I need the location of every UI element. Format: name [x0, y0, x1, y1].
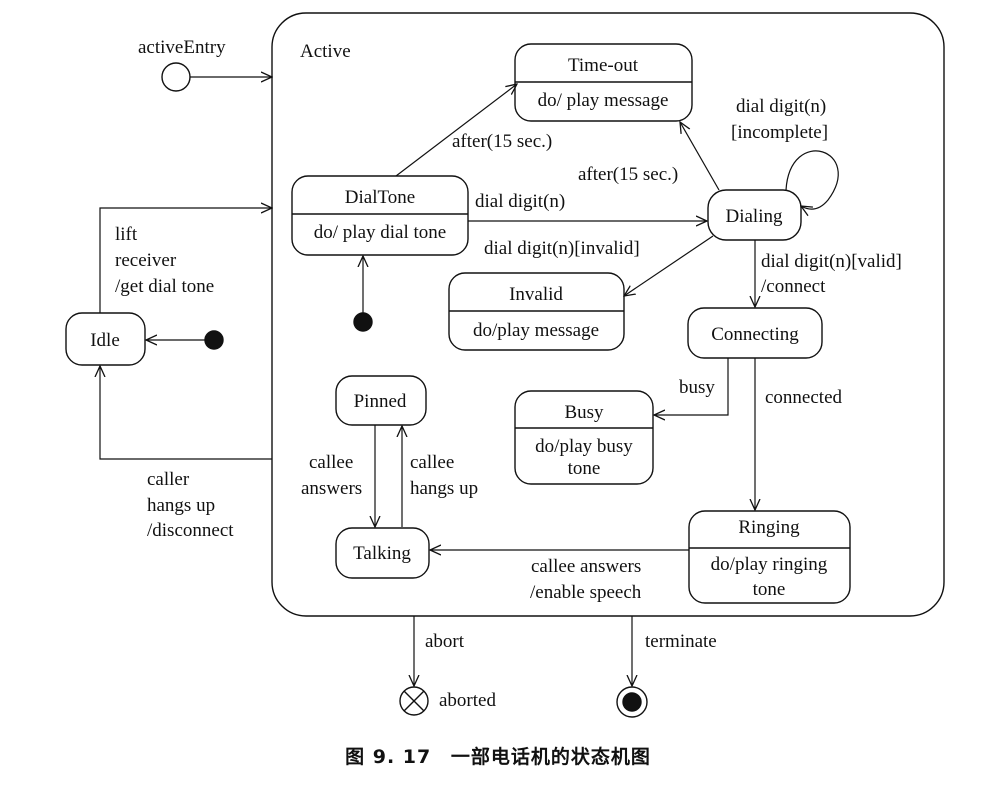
label-dialing-invalid: dial digit(n)[invalid] [484, 238, 640, 259]
connecting-name: Connecting [711, 324, 799, 345]
label-active-idle-1: caller [147, 469, 190, 490]
ringing-activity-line2: tone [753, 579, 786, 600]
label-dialing-timeout: after(15 sec.) [578, 164, 678, 185]
figure-number: 图 9. 17 [345, 746, 432, 768]
label-pinned-talking-2: answers [301, 478, 362, 499]
state-machine-diagram: Active activeEntry Time-out do/ play mes… [65, 12, 945, 718]
time-out-activity: do/ play message [538, 90, 669, 111]
talking-name: Talking [353, 543, 411, 564]
transition-active-idle [100, 366, 272, 460]
label-dialing-connecting-1: dial digit(n)[valid] [761, 251, 902, 272]
busy-activity-line1: do/play busy [535, 436, 633, 457]
exit-point-aborted [399, 686, 429, 716]
time-out-name: Time-out [568, 55, 639, 76]
label-active-idle-2: hangs up [147, 495, 215, 516]
pinned-name: Pinned [354, 391, 407, 412]
label-connecting-ringing: connected [765, 387, 843, 408]
label-dialing-self-2: [incomplete] [731, 122, 828, 143]
label-idle-active-3: /get dial tone [115, 276, 214, 297]
label-terminate: terminate [645, 631, 717, 652]
aborted-label: aborted [439, 690, 496, 711]
ringing-name: Ringing [738, 517, 800, 538]
label-talking-pinned-1: callee [410, 452, 454, 473]
label-pinned-talking-1: callee [309, 452, 353, 473]
final-state [616, 686, 648, 718]
dial-tone-name: DialTone [345, 187, 415, 208]
label-active-idle-3: /disconnect [147, 520, 234, 541]
label-dialtone-timeout: after(15 sec.) [452, 131, 552, 152]
label-abort: abort [425, 631, 465, 652]
figure-caption: 图 9. 17 一部电话机的状态机图 [0, 742, 996, 769]
busy-name: Busy [564, 402, 604, 423]
active-entry-label: activeEntry [138, 37, 226, 58]
dial-tone-activity: do/ play dial tone [314, 222, 446, 243]
label-dialing-connecting-2: /connect [761, 276, 826, 297]
idle-name: Idle [90, 330, 120, 351]
label-ringing-talking-2: /enable speech [530, 582, 642, 603]
transition-dialing-self [785, 150, 839, 209]
initial-state-idle [204, 330, 224, 350]
label-dialtone-dialing: dial digit(n) [475, 191, 565, 212]
label-talking-pinned-2: hangs up [410, 478, 478, 499]
label-ringing-talking-1: callee answers [531, 556, 641, 577]
transition-dialtone-timeout [395, 84, 517, 177]
label-idle-active-1: lift [115, 224, 138, 245]
figure-title: 一部电话机的状态机图 [450, 746, 651, 768]
invalid-name: Invalid [509, 284, 563, 305]
label-connecting-busy: busy [679, 377, 715, 398]
label-idle-active-2: receiver [115, 250, 177, 271]
busy-activity-line2: tone [568, 458, 601, 479]
initial-state-dialtone [353, 312, 373, 332]
transition-dialing-timeout [680, 122, 720, 191]
label-dialing-self-1: dial digit(n) [736, 96, 826, 117]
ringing-activity-line1: do/play ringing [711, 554, 828, 575]
invalid-activity: do/play message [473, 320, 599, 341]
active-label: Active [300, 41, 351, 62]
entry-point [161, 62, 191, 92]
dialing-name: Dialing [726, 206, 783, 227]
